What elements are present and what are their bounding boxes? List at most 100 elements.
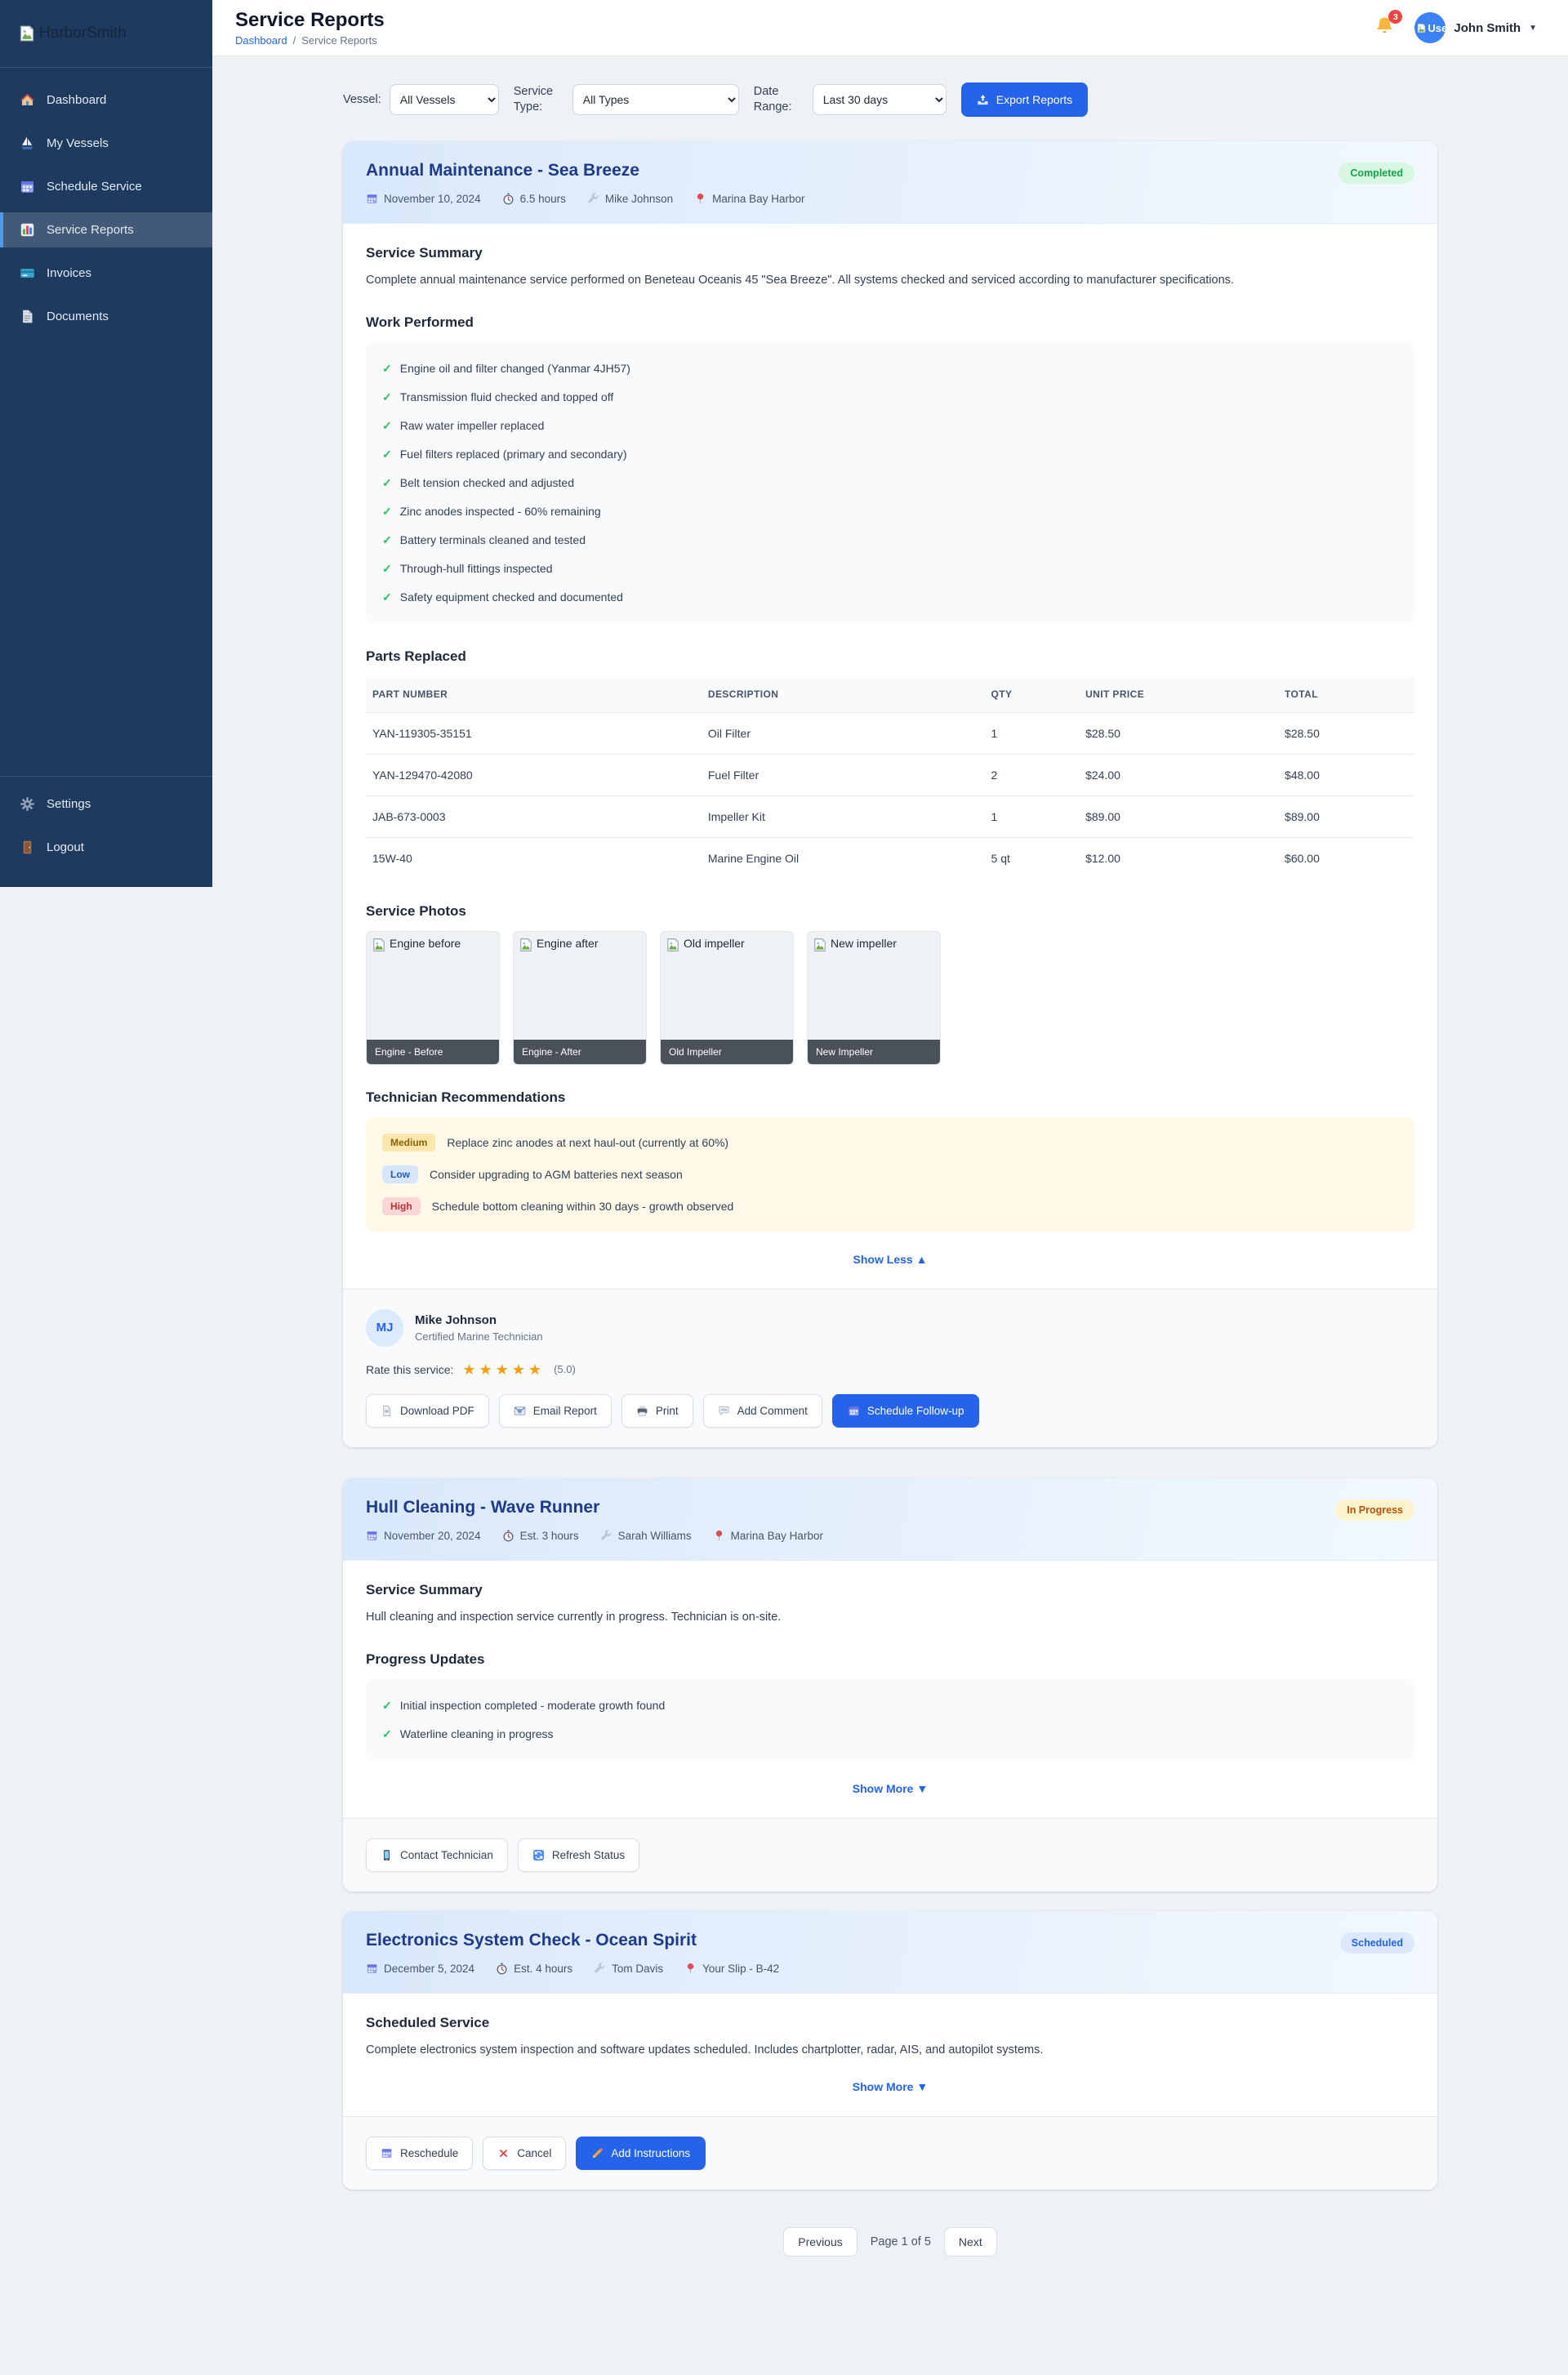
report-card-header-left: Annual Maintenance - Sea Breeze November… [366, 161, 804, 205]
table-cell: Marine Engine Oil [702, 837, 985, 879]
action-button[interactable]: @ Email Report [499, 1394, 612, 1428]
meta-item: December 5, 2024 [366, 1963, 474, 1975]
stopwatch-icon [502, 1530, 514, 1542]
action-button[interactable]: Add Instructions [576, 2137, 706, 2170]
sidebar-item[interactable]: Invoices [0, 256, 212, 291]
user-avatar: User [1414, 12, 1446, 43]
technician-title: Certified Marine Technician [415, 1330, 543, 1343]
service-photo[interactable]: Old impeller Old Impeller [660, 931, 794, 1065]
service-photo[interactable]: Engine before Engine - Before [366, 931, 500, 1065]
meta-item: 6.5 hours [502, 193, 566, 205]
report-card-header: Annual Maintenance - Sea Breeze November… [343, 141, 1437, 224]
previous-page-button[interactable]: Previous [783, 2227, 857, 2257]
work-performed-list: ✓ Engine oil and filter changed (Yanmar … [366, 342, 1414, 624]
action-button[interactable]: Refresh Status [518, 1838, 639, 1872]
next-page-button[interactable]: Next [944, 2227, 997, 2257]
meta-item: Your Slip - B-42 [684, 1963, 779, 1975]
broken-image-icon [519, 938, 533, 952]
technician-avatar: MJ [366, 1309, 403, 1347]
report-title: Annual Maintenance - Sea Breeze [366, 161, 804, 180]
broken-image-icon [813, 938, 827, 952]
action-button[interactable]: Schedule Follow-up [832, 1394, 980, 1428]
user-menu[interactable]: User John Smith ▼ [1414, 12, 1537, 43]
report-meta: November 10, 2024 6.5 hours Mike Johnson… [366, 193, 804, 205]
sidebar-item[interactable]: Settings [0, 786, 212, 822]
home-icon [20, 92, 35, 108]
action-button[interactable]: Add Comment [703, 1394, 822, 1428]
report-card-header: Electronics System Check - Ocean Spirit … [343, 1911, 1437, 1994]
work-item: ✓ Transmission fluid checked and topped … [382, 383, 1398, 412]
action-button[interactable]: Print [621, 1394, 693, 1428]
column-header: Total [1278, 676, 1414, 713]
work-item: ✓ Fuel filters replaced (primary and sec… [382, 440, 1398, 469]
work-item: ✓ Raw water impeller replaced [382, 412, 1398, 440]
work-item: ✓ Engine oil and filter changed (Yanmar … [382, 354, 1398, 383]
work-item: ✓ Through-hull fittings inspected [382, 555, 1398, 583]
meta-item: Mike Johnson [587, 193, 673, 205]
export-reports-button[interactable]: Export Reports [961, 82, 1088, 117]
progress-item: ✓ Initial inspection completed - moderat… [382, 1691, 1398, 1720]
show-more-toggle[interactable]: Show More ▼ [366, 2080, 1414, 2093]
breadcrumb-dashboard-link[interactable]: Dashboard [235, 34, 287, 47]
sidebar-item[interactable]: Documents [0, 299, 212, 334]
date-range-filter: Date Range: Last 30 days [754, 84, 947, 115]
calendar-icon [848, 1405, 860, 1417]
printer-icon [636, 1405, 648, 1417]
sidebar-item-label: Logout [47, 840, 84, 854]
work-item: ✓ Zinc anodes inspected - 60% remaining [382, 497, 1398, 526]
action-button[interactable]: Contact Technician [366, 1838, 508, 1872]
sidebar-item-label: Dashboard [47, 93, 106, 107]
sidebar-item[interactable]: Service Reports [0, 212, 212, 247]
photo-placeholder: Engine before [367, 932, 499, 957]
progress-updates-list: ✓ Initial inspection completed - moderat… [366, 1679, 1414, 1761]
pin-icon [684, 1963, 697, 1975]
check-icon: ✓ [382, 448, 392, 461]
show-more-toggle[interactable]: Show More ▼ [366, 1782, 1414, 1795]
table-row: JAB-673-0003 Impeller Kit 1 $89.00 $89.0… [366, 795, 1414, 837]
photo-alt-text: Engine before [390, 937, 461, 950]
recommendation-text: Consider upgrading to AGM batteries next… [430, 1168, 683, 1181]
service-photo[interactable]: New impeller New Impeller [807, 931, 941, 1065]
sidebar-item[interactable]: Dashboard [0, 82, 212, 118]
check-icon: ✓ [382, 533, 392, 547]
recommendations-box: Medium Replace zinc anodes at next haul-… [366, 1117, 1414, 1232]
svg-text:@: @ [518, 1409, 521, 1413]
meta-text: Sarah Williams [618, 1530, 692, 1542]
check-icon: ✓ [382, 1727, 392, 1741]
action-button[interactable]: Cancel [483, 2137, 566, 2170]
broken-image-icon [18, 25, 36, 42]
work-item-text: Fuel filters replaced (primary and secon… [400, 448, 627, 461]
table-cell: 5 qt [985, 837, 1080, 879]
action-button[interactable]: Reschedule [366, 2137, 473, 2170]
gear-icon [20, 796, 35, 812]
vessel-select[interactable]: All Vessels [390, 84, 499, 115]
star-rating[interactable]: ★★★★★ [462, 1362, 545, 1377]
meta-text: Est. 3 hours [520, 1530, 579, 1542]
export-icon [977, 94, 989, 106]
calendar-icon [366, 1530, 378, 1542]
check-icon: ✓ [382, 419, 392, 433]
photo-alt-text: Engine after [537, 937, 599, 950]
sidebar-item[interactable]: Logout [0, 830, 212, 865]
sidebar-item-label: Documents [47, 310, 109, 323]
sidebar: HarborSmith Dashboard My Vessels Schedul… [0, 0, 212, 887]
date-range-select[interactable]: Last 30 days [813, 84, 947, 115]
page-status: Page 1 of 5 [871, 2235, 931, 2248]
calendar-icon [366, 193, 378, 205]
service-photos: Engine before Engine - Before Engine aft… [366, 931, 1414, 1065]
sidebar-item[interactable]: Schedule Service [0, 169, 212, 204]
notifications-button[interactable]: 3 [1374, 16, 1395, 40]
priority-badge: Low [382, 1165, 418, 1183]
report-meta: December 5, 2024 Est. 4 hours Tom Davis … [366, 1963, 779, 1975]
action-button[interactable]: Download PDF [366, 1394, 489, 1428]
show-less-toggle[interactable]: Show Less ▲ [366, 1253, 1414, 1266]
sidebar-item[interactable]: My Vessels [0, 126, 212, 161]
credit-card-icon [20, 265, 35, 281]
service-type-select[interactable]: All Types [572, 84, 739, 115]
service-photo[interactable]: Engine after Engine - After [513, 931, 647, 1065]
report-card-body: Service Summary Hull cleaning and inspec… [343, 1561, 1437, 1818]
sidebar-item-label: Service Reports [47, 223, 134, 237]
meta-text: Mike Johnson [605, 193, 673, 205]
service-report-card: Annual Maintenance - Sea Breeze November… [343, 141, 1437, 1447]
table-cell: 15W-40 [366, 837, 702, 879]
